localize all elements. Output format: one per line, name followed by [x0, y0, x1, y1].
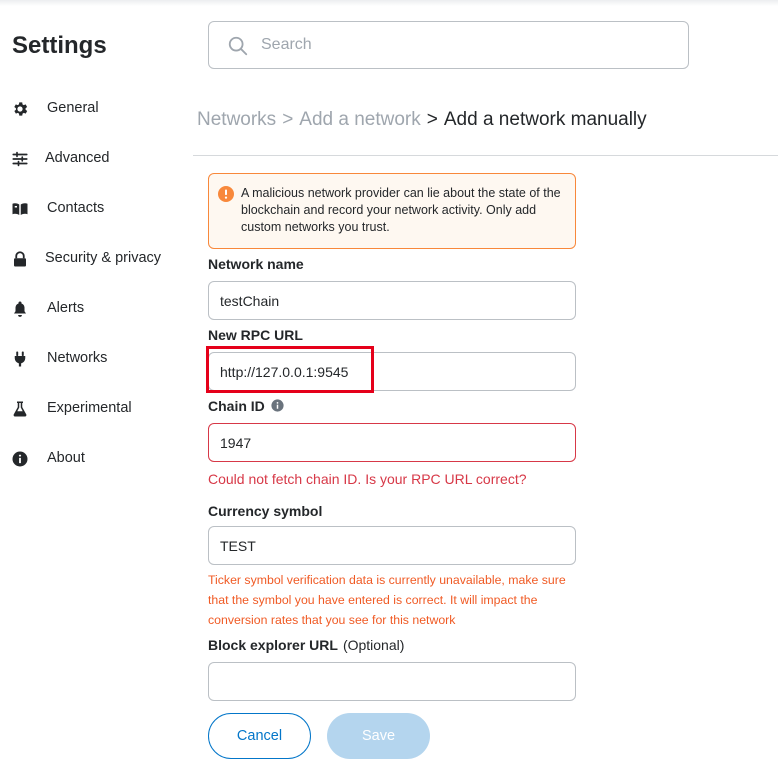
save-button[interactable]: Save	[327, 713, 430, 759]
currency-symbol-warning: Ticker symbol verification data is curre…	[208, 573, 566, 627]
network-name-field[interactable]	[208, 281, 576, 320]
chain-id-error: Could not fetch chain ID. Is your RPC UR…	[208, 471, 527, 487]
rpc-url-label: New RPC URL	[208, 327, 303, 343]
optional-tag: (Optional)	[342, 637, 405, 653]
rpc-url-field[interactable]	[208, 352, 576, 391]
gear-icon	[11, 100, 29, 118]
sidebar-item-label: General	[47, 100, 99, 116]
breadcrumb-current: Add a network manually	[443, 109, 647, 130]
network-name-label: Network name	[208, 256, 304, 272]
cancel-button[interactable]: Cancel	[208, 713, 311, 759]
info-icon[interactable]	[271, 399, 284, 412]
warning-icon	[218, 186, 234, 202]
currency-symbol-label: Currency symbol	[208, 503, 323, 519]
block-explorer-label: Block explorer URL (Optional)	[208, 637, 404, 653]
sidebar-item-label: Experimental	[47, 400, 132, 416]
page-title: Settings	[12, 32, 107, 59]
breadcrumb-networks[interactable]: Networks	[197, 109, 276, 130]
block-explorer-field[interactable]	[208, 662, 576, 701]
sidebar-item-advanced[interactable]: Advanced	[0, 141, 190, 177]
bell-icon	[11, 300, 29, 318]
sidebar-item-experimental[interactable]: Experimental	[0, 391, 190, 427]
sidebar-item-label: Contacts	[47, 200, 105, 216]
sidebar-item-general[interactable]: General	[0, 91, 190, 127]
info-icon	[11, 450, 29, 468]
sidebar-item-label: Alerts	[47, 300, 85, 316]
sidebar-item-label: Networks	[47, 350, 108, 366]
sidebar-item-label: Advanced	[45, 150, 110, 166]
sidebar-item-networks[interactable]: Networks	[0, 341, 190, 377]
search-input[interactable]	[261, 32, 661, 58]
flask-icon	[11, 400, 29, 418]
breadcrumb-separator: >	[426, 109, 438, 130]
sidebar-item-label: Security & privacy	[45, 250, 162, 266]
plug-icon	[11, 350, 29, 368]
header-divider	[193, 155, 778, 156]
sliders-icon	[11, 150, 29, 168]
warning-banner: A malicious network provider can lie abo…	[208, 173, 576, 249]
sidebar-item-security[interactable]: Security & privacy	[0, 241, 190, 277]
search-box[interactable]	[208, 21, 689, 69]
book-icon	[11, 200, 29, 218]
sidebar-item-about[interactable]: About	[0, 441, 190, 477]
search-icon	[227, 35, 249, 57]
chain-id-label: Chain ID	[208, 398, 284, 414]
warning-text: A malicious network provider can lie abo…	[241, 186, 561, 234]
sidebar-item-alerts[interactable]: Alerts	[0, 291, 190, 327]
currency-symbol-field[interactable]	[208, 526, 576, 565]
top-shadow	[0, 0, 778, 6]
chain-id-field[interactable]	[208, 423, 576, 462]
breadcrumb-add-network[interactable]: Add a network	[299, 109, 420, 130]
lock-icon	[11, 250, 29, 268]
sidebar-item-label: About	[47, 450, 85, 466]
breadcrumb-separator: >	[282, 109, 294, 130]
chain-id-label-text: Chain ID	[208, 398, 265, 414]
breadcrumb: Networks > Add a network > Add a network man…	[197, 109, 647, 131]
sidebar-item-contacts[interactable]: Contacts	[0, 191, 190, 227]
block-explorer-label-text: Block explorer URL	[208, 637, 338, 653]
